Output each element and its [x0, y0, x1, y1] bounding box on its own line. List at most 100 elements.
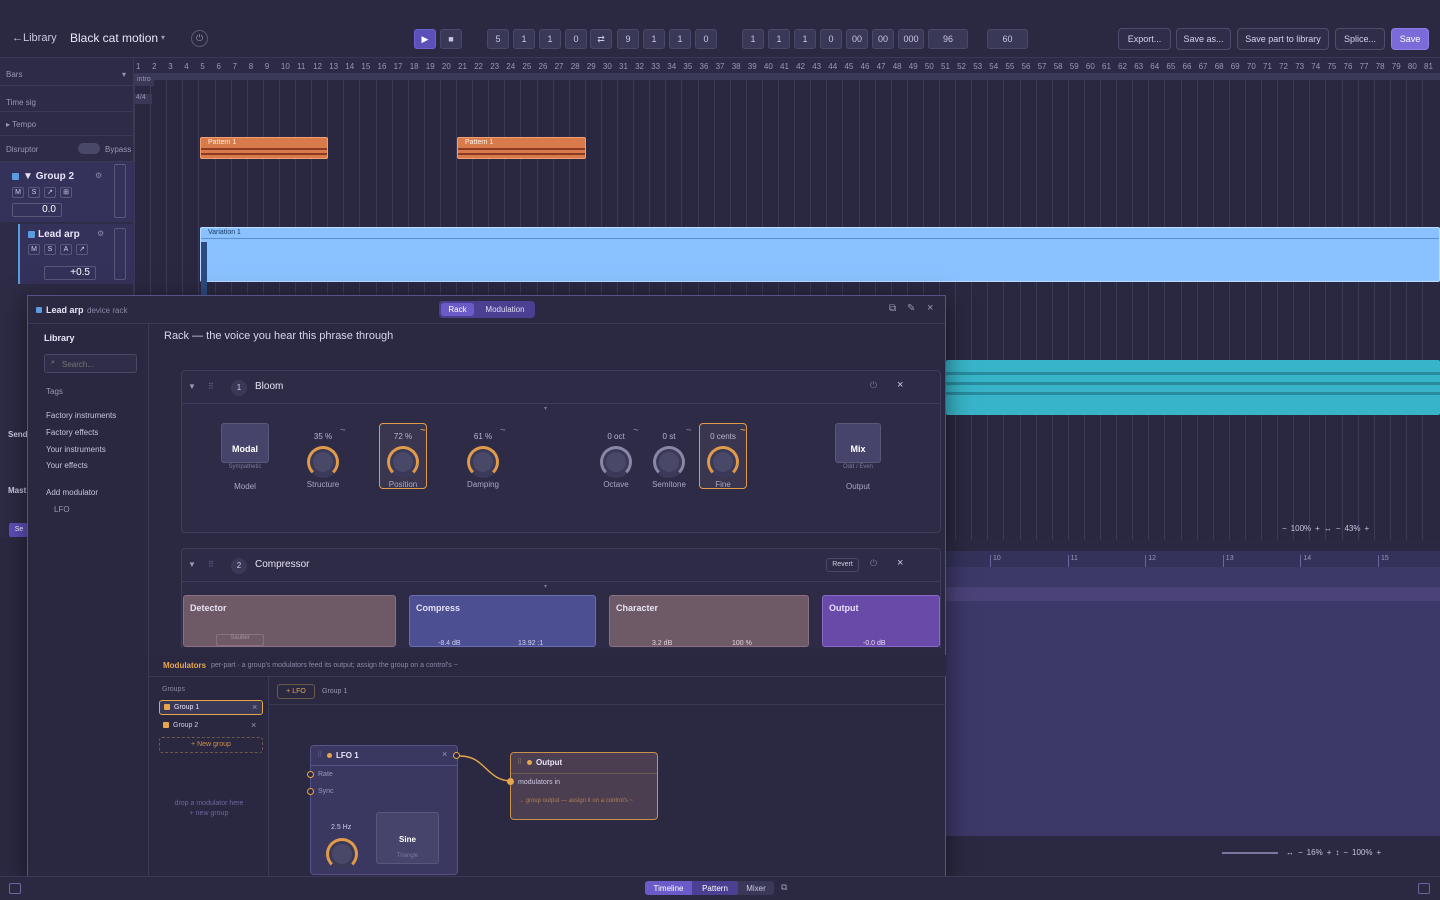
collapse-icon[interactable]: ▼	[188, 382, 196, 391]
output-gain-value[interactable]: -0.0 dB	[863, 640, 886, 647]
power-icon[interactable]: ⏻	[870, 558, 877, 569]
library-item[interactable]: Factory effects	[46, 428, 98, 437]
popout-icon[interactable]: ⧉	[889, 303, 896, 314]
knob-damping[interactable]	[467, 446, 499, 478]
counter-field[interactable]: 1	[768, 29, 790, 49]
tempo-label[interactable]: ▸ Tempo	[6, 120, 36, 129]
timeline-ruler[interactable]: 1 2 3 4 5 6 7 8 9 10 11 12 13 14 15 16 17 18 19 20 21 22 23 24 2…	[134, 58, 1440, 74]
search-input[interactable]	[62, 358, 132, 370]
drag-handle-icon[interactable]: ⠿	[208, 382, 214, 391]
detector-mode[interactable]: Sauber	[216, 634, 264, 646]
modulate-icon[interactable]: ⏦	[686, 427, 692, 435]
close-icon[interactable]: ×	[442, 749, 447, 759]
model-selector[interactable]: Modal Sympathetic	[221, 423, 269, 470]
variation-clip[interactable]: Variation 1	[200, 227, 1440, 470]
gear-icon[interactable]: ⚙	[95, 171, 102, 180]
zoom-h-value[interactable]: 100%	[1291, 524, 1311, 533]
library-item[interactable]: Tags	[46, 387, 63, 396]
modulate-icon[interactable]: ⏦	[420, 427, 426, 435]
counter-field[interactable]: 1	[539, 29, 561, 49]
counter-field[interactable]: 000	[898, 29, 924, 49]
chevron-down-icon[interactable]: ▾	[544, 583, 547, 590]
pattern-zoom-value-2[interactable]: 100%	[1352, 848, 1372, 857]
close-icon[interactable]: ×	[927, 302, 933, 314]
knob-structure[interactable]	[307, 446, 339, 478]
zoom-out-button[interactable]: −	[1282, 524, 1287, 533]
track-mini-button[interactable]: ⊞	[60, 187, 72, 198]
revert-button[interactable]: Revert	[826, 558, 859, 572]
zoom-out-button-2[interactable]: −	[1343, 848, 1348, 857]
pattern-clip-1[interactable]: Pattern 1	[200, 137, 328, 159]
panel-toggle-icon[interactable]	[9, 883, 21, 894]
play-button[interactable]: ▶	[414, 29, 436, 49]
zoom-out-button[interactable]: −	[1298, 848, 1303, 857]
pattern-clip-2[interactable]: Pattern 1	[457, 137, 586, 159]
loop-button[interactable]: ⇄	[590, 29, 612, 49]
counter-field[interactable]: 0	[820, 29, 842, 49]
tab-modulation[interactable]: Modulation	[478, 303, 532, 316]
panel-toggle-icon[interactable]	[1418, 883, 1430, 894]
track-mini-button[interactable]: S	[44, 244, 56, 255]
close-icon[interactable]: ×	[251, 720, 256, 730]
track-mini-button[interactable]: M	[12, 187, 24, 198]
tab-mixer[interactable]: Mixer	[738, 881, 774, 895]
counter-field[interactable]: 1	[643, 29, 665, 49]
zoom-in-button[interactable]: +	[1327, 848, 1332, 857]
library-search[interactable]: ⌕	[44, 354, 137, 373]
counter-field[interactable]: 96	[928, 29, 968, 49]
counter-field[interactable]: 00	[872, 29, 894, 49]
zoom-slider[interactable]	[1222, 852, 1278, 854]
library-item[interactable]: Your effects	[46, 461, 88, 470]
zoom-in-button-2[interactable]: +	[1377, 848, 1382, 857]
tempo-field[interactable]: 60	[987, 29, 1028, 49]
group2-volume[interactable]: 0.0	[12, 203, 62, 217]
counter-field[interactable]: 1	[742, 29, 764, 49]
drag-handle-icon[interactable]: ⠿	[317, 751, 322, 759]
library-item[interactable]: Your instruments	[46, 445, 106, 454]
tab-pattern[interactable]: Pattern	[692, 881, 738, 895]
zoom-in-button[interactable]: +	[1315, 524, 1320, 533]
export-button[interactable]: Export...	[1118, 28, 1171, 50]
pattern-zoom-value[interactable]: 16%	[1307, 848, 1323, 857]
new-group-button[interactable]: + New group	[159, 737, 263, 753]
save-part-button[interactable]: Save part to library	[1237, 28, 1329, 50]
send-button[interactable]: Se	[9, 523, 29, 537]
counter-field[interactable]: 1	[513, 29, 535, 49]
chevron-down-icon[interactable]: ▾	[161, 33, 165, 42]
modulate-icon[interactable]: ⏦	[500, 427, 506, 435]
threshold-value[interactable]: -8.4 dB	[438, 640, 461, 647]
group-item-2[interactable]: Group 2 ×	[159, 719, 263, 734]
knob-octave[interactable]	[600, 446, 632, 478]
lfo-item[interactable]: LFO	[54, 505, 70, 514]
mix-selector[interactable]: Mix Odd / Even	[835, 423, 881, 470]
splice-button[interactable]: Splice...	[1335, 28, 1385, 50]
gear-icon[interactable]: ⚙	[97, 229, 104, 238]
modulate-icon[interactable]: ⏦	[740, 427, 746, 435]
counter-field[interactable]: 9	[617, 29, 639, 49]
output-node[interactable]: ⠿ Output modulators in → group output — …	[507, 752, 658, 820]
drag-handle-icon[interactable]: ⠿	[517, 758, 522, 766]
add-lfo-button[interactable]: + LFO	[277, 684, 315, 699]
teal-clip[interactable]	[946, 360, 1440, 415]
modulate-icon[interactable]: ⏦	[633, 427, 639, 435]
zoom-out-button-2[interactable]: −	[1336, 524, 1341, 533]
save-button[interactable]: Save	[1391, 28, 1429, 50]
chevron-down-icon[interactable]: ▾	[122, 70, 126, 79]
collapse-icon[interactable]: ▼	[188, 560, 196, 569]
power-icon[interactable]: ⏻	[870, 380, 877, 391]
counter-field[interactable]: 1	[794, 29, 816, 49]
counter-field[interactable]: 0	[565, 29, 587, 49]
track-mini-button[interactable]: ↗	[76, 244, 88, 255]
lead-arp-name[interactable]: Lead arp	[38, 229, 80, 240]
sync-port[interactable]	[307, 788, 314, 795]
knob-fine[interactable]	[707, 446, 739, 478]
counter-field[interactable]: 0	[695, 29, 717, 49]
tab-timeline[interactable]: Timeline	[645, 881, 692, 895]
zoom-w-value[interactable]: 43%	[1344, 524, 1360, 533]
bypass-toggle[interactable]	[78, 143, 100, 154]
track-mini-button[interactable]: M	[28, 244, 40, 255]
knob-semitone[interactable]	[653, 446, 685, 478]
character-gain-value[interactable]: 3.2 dB	[652, 640, 672, 647]
track-mini-button[interactable]: A	[60, 244, 72, 255]
power-icon[interactable]: ⏻	[191, 30, 208, 47]
